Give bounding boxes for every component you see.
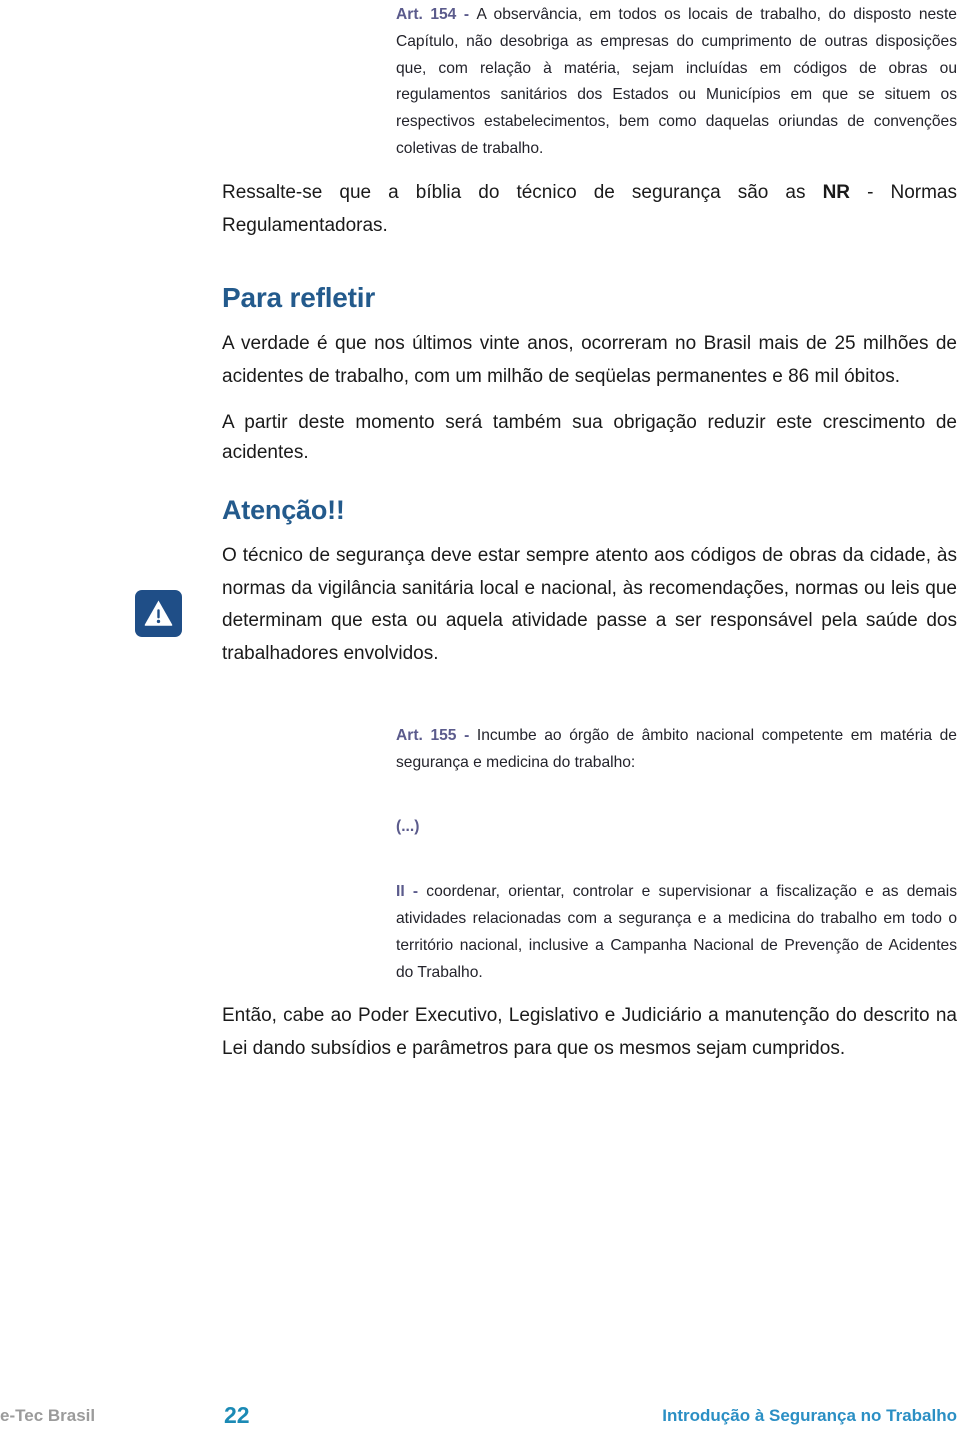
- article-155-item-text: coordenar, orientar, controlar e supervi…: [396, 883, 958, 981]
- heading-atencao: Atenção!!: [222, 495, 345, 526]
- article-154-reference: Art. 154 -: [396, 6, 477, 23]
- article-154-text: A observância, em todos os locais de tra…: [396, 6, 957, 158]
- atencao-paragraph: O técnico de segurança deve estar sempre…: [222, 545, 957, 665]
- heading-para-refletir: Para refletir: [222, 282, 376, 314]
- warning-triangle-icon: [135, 590, 182, 637]
- article-155-reference: Art. 155 -: [396, 726, 477, 744]
- document-page: Art. 154 - A observância, em todos os lo…: [0, 0, 960, 1444]
- closing-paragraph: Então, cabe ao Poder Executivo, Legislat…: [222, 1005, 957, 1060]
- footer-brand: e-Tec Brasil: [0, 1406, 96, 1425]
- paragraph-nr: Ressalte-se que a bíblia do técnico de s…: [222, 177, 957, 242]
- article-155-item-roman: II: [396, 883, 405, 901]
- article-155-ellipsis: (...): [396, 818, 420, 836]
- article-155-block: Art. 155 - Incumbe ao órgão de âmbito na…: [396, 723, 957, 777]
- para-refletir-paragraph-1: A verdade é que nos últimos vinte anos, …: [222, 333, 957, 387]
- page-number: 22: [224, 1402, 250, 1428]
- paragraph-nr-bold: NR: [822, 181, 851, 203]
- article-155-item-dash: -: [404, 883, 427, 901]
- article-155-item-ii: II - coordenar, orientar, controlar e su…: [396, 879, 957, 986]
- para-refletir-paragraph-2: A partir deste momento será também sua o…: [222, 411, 957, 464]
- article-155-text: Incumbe ao órgão de âmbito nacional comp…: [396, 726, 957, 771]
- paragraph-nr-before: Ressalte-se que a bíblia do técnico de s…: [222, 181, 823, 203]
- page-footer: e-Tec Brasil 22 Introdução à Segurança n…: [0, 1398, 960, 1444]
- page-content: Art. 154 - A observância, em todos os lo…: [0, 0, 960, 1066]
- article-154-block: Art. 154 - A observância, em todos os lo…: [396, 2, 957, 163]
- footer-title: Introdução à Segurança no Trabalho: [662, 1406, 957, 1425]
